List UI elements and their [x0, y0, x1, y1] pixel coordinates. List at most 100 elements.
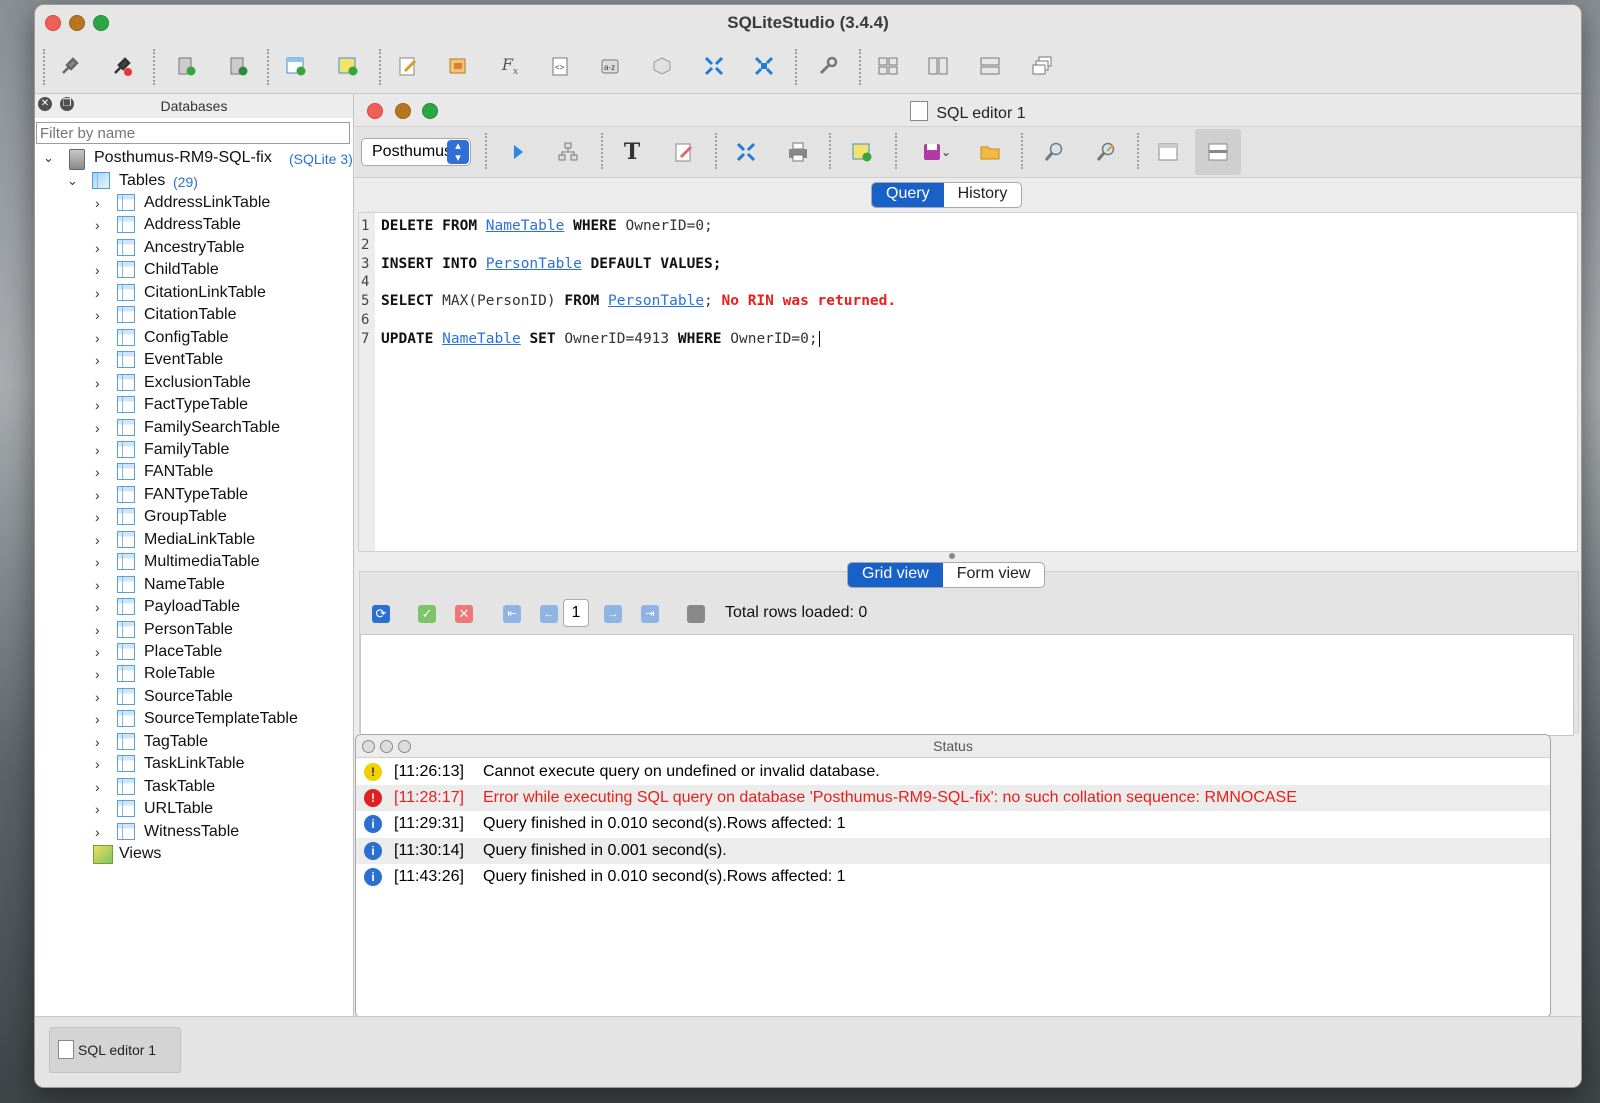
chevron-right-icon[interactable]: › — [95, 285, 100, 301]
last-page-icon[interactable]: ⇥ — [641, 605, 659, 623]
table-node[interactable]: › AddressTable — [35, 215, 353, 237]
chevron-right-icon[interactable]: › — [95, 195, 100, 211]
table-node[interactable]: › CitationTable — [35, 305, 353, 327]
table-node[interactable]: › ExclusionTable — [35, 373, 353, 395]
chevron-right-icon[interactable]: › — [95, 464, 100, 480]
page-number-input[interactable]: 1 — [563, 599, 589, 627]
table-node[interactable]: › PersonTable — [35, 620, 353, 642]
table-node[interactable]: › ChildTable — [35, 260, 353, 282]
table-node[interactable]: › FactTypeTable — [35, 395, 353, 417]
sql-editor-icon[interactable] — [395, 53, 421, 79]
chevron-right-icon[interactable]: › — [95, 689, 100, 705]
add-database-icon[interactable] — [173, 53, 199, 79]
results-below-icon[interactable] — [1205, 139, 1231, 165]
table-node[interactable]: › FamilyTable — [35, 440, 353, 462]
open-folder-icon[interactable] — [977, 139, 1003, 165]
sql-code-editor[interactable]: 1 2 3 4 5 6 7 DELETE FROM NameTable WHER… — [358, 212, 1578, 552]
chevron-down-icon[interactable]: ⌄ — [67, 173, 78, 189]
table-node[interactable]: › AddressLinkTable — [35, 193, 353, 215]
table-node[interactable]: › MediaLinkTable — [35, 530, 353, 552]
table-node[interactable]: › TaskTable — [35, 777, 353, 799]
chevron-right-icon[interactable]: › — [95, 756, 100, 772]
packages-icon[interactable] — [649, 53, 675, 79]
tile-horizontal-icon[interactable] — [925, 53, 951, 79]
disconnect-icon[interactable] — [109, 53, 135, 79]
table-node[interactable]: › SourceTemplateTable — [35, 709, 353, 731]
explain-query-icon[interactable] — [555, 139, 581, 165]
commit-icon[interactable]: ✓ — [418, 605, 436, 623]
table-node[interactable]: › SourceTable — [35, 687, 353, 709]
table-node[interactable]: › PlaceTable — [35, 642, 353, 664]
chevron-right-icon[interactable]: › — [95, 824, 100, 840]
print-icon[interactable] — [785, 139, 811, 165]
tab-query[interactable]: Query — [872, 183, 944, 207]
table-node[interactable]: › CitationLinkTable — [35, 283, 353, 305]
chevron-right-icon[interactable]: › — [95, 666, 100, 682]
chevron-down-icon[interactable]: ⌄ — [939, 139, 953, 165]
chevron-down-icon[interactable]: ⌄ — [43, 150, 54, 166]
cascade-windows-icon[interactable] — [1029, 53, 1055, 79]
chevron-right-icon[interactable]: › — [95, 397, 100, 413]
print-results-icon[interactable] — [687, 605, 705, 623]
find-replace-icon[interactable] — [1093, 139, 1119, 165]
expand-editor-icon[interactable] — [733, 139, 759, 165]
chevron-right-icon[interactable]: › — [95, 487, 100, 503]
chevron-right-icon[interactable]: › — [95, 352, 100, 368]
edit-database-icon[interactable] — [225, 53, 251, 79]
tables-node[interactable]: ⌄ Tables (29) — [35, 171, 353, 193]
clear-editor-icon[interactable] — [671, 139, 697, 165]
table-node[interactable]: › URLTable — [35, 799, 353, 821]
table-node[interactable]: › FANTable — [35, 462, 353, 484]
functions-icon[interactable]: Fx — [497, 53, 523, 79]
chevron-right-icon[interactable]: › — [95, 622, 100, 638]
ddl-history-icon[interactable] — [445, 53, 471, 79]
first-page-icon[interactable]: ⇤ — [503, 605, 521, 623]
chevron-right-icon[interactable]: › — [95, 509, 100, 525]
tab-history[interactable]: History — [944, 183, 1022, 207]
collations-icon[interactable]: <> — [547, 53, 573, 79]
chevron-right-icon[interactable]: › — [95, 554, 100, 570]
database-select[interactable]: Posthumus-RM9-SQL-fix▴▾ — [361, 138, 471, 166]
find-icon[interactable] — [1041, 139, 1067, 165]
table-node[interactable]: › MultimediaTable — [35, 552, 353, 574]
table-node[interactable]: › GroupTable — [35, 507, 353, 529]
collapse-all-icon[interactable] — [701, 53, 727, 79]
edit-table-icon[interactable] — [335, 53, 361, 79]
tab-grid-view[interactable]: Grid view — [848, 563, 943, 587]
database-filter-input[interactable] — [36, 122, 350, 144]
rollback-icon[interactable]: ✕ — [455, 605, 473, 623]
chevron-right-icon[interactable]: › — [95, 599, 100, 615]
format-sql-icon[interactable]: T — [619, 139, 645, 165]
chevron-right-icon[interactable]: › — [95, 240, 100, 256]
table-node[interactable]: › TagTable — [35, 732, 353, 754]
results-grid[interactable] — [360, 634, 1574, 736]
expand-all-icon[interactable] — [751, 53, 777, 79]
chevron-right-icon[interactable]: › — [95, 644, 100, 660]
chevron-right-icon[interactable]: › — [95, 442, 100, 458]
extensions-icon[interactable]: a-z — [597, 53, 623, 79]
next-page-icon[interactable]: → — [604, 605, 622, 623]
execute-query-icon[interactable] — [505, 139, 531, 165]
chevron-right-icon[interactable]: › — [95, 734, 100, 750]
tile-vertical-icon[interactable] — [977, 53, 1003, 79]
tile-windows-icon[interactable] — [875, 53, 901, 79]
connect-icon[interactable] — [57, 53, 83, 79]
chevron-right-icon[interactable]: › — [95, 532, 100, 548]
tab-form-view[interactable]: Form view — [943, 563, 1045, 587]
chevron-right-icon[interactable]: › — [95, 801, 100, 817]
views-node[interactable]: Views — [35, 844, 353, 866]
chevron-right-icon[interactable]: › — [95, 217, 100, 233]
create-view-icon[interactable] — [849, 139, 875, 165]
refresh-icon[interactable]: ⟳ — [372, 605, 390, 623]
chevron-right-icon[interactable]: › — [95, 262, 100, 278]
table-node[interactable]: › ConfigTable — [35, 328, 353, 350]
table-node[interactable]: › TaskLinkTable — [35, 754, 353, 776]
table-node[interactable]: › FANTypeTable — [35, 485, 353, 507]
results-in-tab-icon[interactable] — [1155, 139, 1181, 165]
create-table-icon[interactable] — [283, 53, 309, 79]
chevron-right-icon[interactable]: › — [95, 779, 100, 795]
table-node[interactable]: › NameTable — [35, 575, 353, 597]
task-tab-sql-editor[interactable]: SQL editor 1 — [49, 1027, 181, 1073]
table-node[interactable]: › FamilySearchTable — [35, 418, 353, 440]
splitter-handle[interactable] — [949, 553, 955, 559]
